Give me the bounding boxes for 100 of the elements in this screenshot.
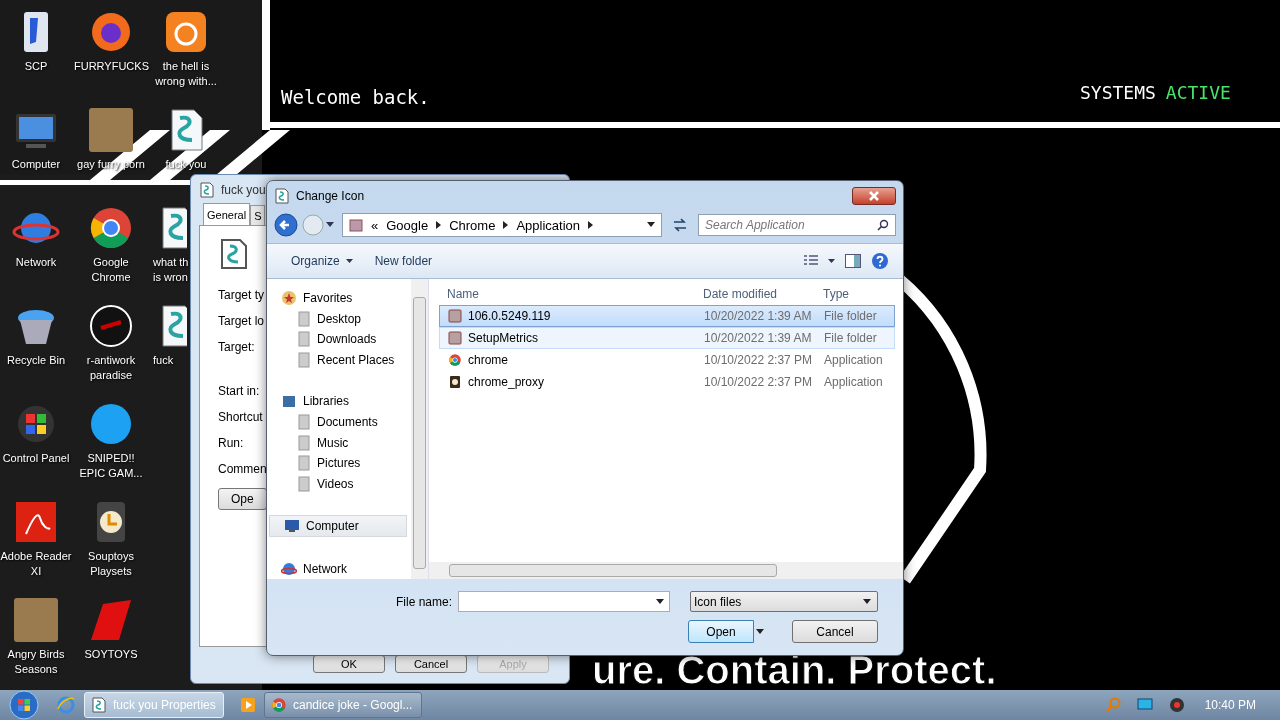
icon-label: SNIPED!! EPIC GAM...	[78, 451, 144, 481]
nav-item[interactable]: Desktop	[267, 308, 411, 330]
chevron-icon[interactable]	[588, 221, 593, 229]
caret-icon	[345, 258, 353, 264]
column-header[interactable]: Date modified	[703, 283, 823, 301]
nav-item[interactable]: Favorites	[267, 288, 411, 309]
photo-placeholder[interactable]	[87, 106, 135, 154]
field-label: Run:	[218, 436, 244, 450]
icon-label: Google Chrome	[90, 255, 132, 285]
script-icon	[218, 238, 250, 270]
icon-label: Control Panel	[2, 451, 70, 466]
speaker-icon[interactable]	[1168, 697, 1185, 713]
column-header[interactable]: Name	[439, 283, 703, 301]
caret-icon	[863, 598, 871, 605]
file-row[interactable]: chrome 10/10/2022 2:37 PM Application	[439, 349, 895, 371]
folder-icon	[297, 310, 311, 327]
icon-label: what th is wron	[153, 255, 190, 285]
folder-icon	[349, 218, 363, 232]
preview-pane-icon[interactable]	[845, 254, 861, 268]
folder-icon	[297, 455, 311, 472]
icon-label: the hell is wrong with...	[154, 59, 218, 89]
type-cell-text: Application	[824, 375, 884, 389]
icon-label: FURRYFUCKS	[74, 59, 148, 74]
caret-icon[interactable]	[656, 599, 664, 605]
file-row[interactable]: SetupMetrics 10/20/2022 1:39 AM File folder	[439, 327, 895, 349]
nav-item[interactable]: Pictures	[267, 452, 411, 474]
caret-icon[interactable]	[326, 222, 334, 228]
field-label: Target:	[218, 340, 255, 354]
address-bar[interactable]: « Google Chrome Application	[342, 213, 662, 237]
cancel-button[interactable]: Cancel	[792, 620, 878, 643]
nav-item[interactable]: Videos	[267, 473, 411, 494]
toolbar-button[interactable]: New folder	[368, 252, 439, 270]
library-icon	[281, 393, 297, 410]
script-icon	[274, 188, 290, 204]
nav-item[interactable]: Computer	[269, 514, 407, 538]
breadcrumb[interactable]: Google	[386, 217, 429, 233]
icon-label: fuck	[153, 353, 175, 368]
help-icon[interactable]	[871, 252, 889, 270]
status-label: SYSTEMS	[1080, 82, 1156, 103]
scrollbar[interactable]	[429, 562, 903, 579]
field-label: Start in:	[218, 384, 260, 398]
file-row[interactable]: chrome_proxy 10/10/2022 2:37 PM Application	[439, 371, 895, 393]
field-label: Commen	[218, 462, 267, 476]
icon-label: SCP	[24, 59, 48, 74]
caret-icon[interactable]	[828, 258, 835, 264]
open-button[interactable]: Ope	[218, 488, 267, 510]
file-name-field[interactable]	[458, 591, 670, 612]
window-title: Change Icon	[296, 189, 366, 203]
window-title: fuck you	[221, 183, 266, 197]
app-icon	[448, 375, 462, 389]
tab[interactable]: General	[203, 203, 251, 225]
breadcrumb[interactable]: Chrome	[449, 217, 496, 233]
file-name: chrome_proxy	[468, 375, 545, 389]
refresh-icon[interactable]	[672, 218, 688, 232]
caret-icon[interactable]	[756, 628, 764, 635]
field-label: File name:	[395, 594, 452, 609]
organize-menu[interactable]: Organize	[285, 252, 359, 270]
field-label: Shortcut	[218, 410, 263, 424]
folder-icon	[297, 414, 311, 430]
nav-item[interactable]: Libraries	[267, 391, 411, 412]
nav-item[interactable]: Recent Places	[267, 349, 411, 371]
greeting-text: Welcome back.	[281, 86, 430, 108]
chevron-icon[interactable]	[436, 221, 442, 229]
type-cell-text: File folder	[824, 309, 878, 323]
chevron-icon[interactable]	[503, 221, 509, 229]
globe-icon	[281, 560, 297, 577]
close-button[interactable]	[852, 187, 896, 205]
file-row[interactable]: 106.0.5249.119 10/20/2022 1:39 AM File folder	[439, 305, 895, 327]
column-header[interactable]: Type	[823, 283, 893, 301]
field-label: Target lo	[218, 314, 265, 328]
breadcrumb[interactable]: Application	[516, 217, 580, 233]
close-icon	[869, 191, 879, 201]
overflow-crumb[interactable]: «	[371, 217, 379, 233]
back-button[interactable]	[274, 213, 298, 237]
file-type-dropdown[interactable]: Icon files	[690, 591, 878, 612]
file-name: SetupMetrics	[468, 331, 539, 345]
date-cell-text: 10/10/2022 2:37 PM	[704, 353, 814, 367]
nav-item[interactable]: Documents	[267, 411, 411, 433]
circle-badge-icon[interactable]	[87, 302, 135, 350]
search-field[interactable]: Search Application	[698, 214, 896, 236]
media-player-icon[interactable]	[240, 697, 256, 713]
tab[interactable]: S	[250, 205, 266, 225]
caret-icon[interactable]	[647, 222, 655, 228]
script-icon	[91, 697, 107, 713]
nav-item[interactable]: Downloads	[267, 329, 411, 350]
folder-icon	[448, 331, 462, 345]
folder-icon	[297, 434, 311, 451]
scrollbar[interactable]	[411, 279, 428, 579]
folder-icon	[448, 309, 462, 323]
nav-item[interactable]: Network	[267, 558, 411, 579]
icon-label: Angry Birds Seasons	[6, 647, 66, 677]
icon-label: SOYTOYS	[84, 647, 138, 662]
icon-label: r-antiwork paradise	[85, 353, 137, 383]
type-cell-text: File folder	[824, 331, 878, 345]
photo-placeholder[interactable]	[12, 596, 60, 644]
open-button[interactable]: Open	[688, 620, 754, 643]
nav-item[interactable]: Music	[267, 432, 411, 453]
view-list-icon[interactable]	[804, 255, 818, 267]
folder-icon	[297, 331, 311, 348]
computer-icon	[284, 518, 300, 535]
